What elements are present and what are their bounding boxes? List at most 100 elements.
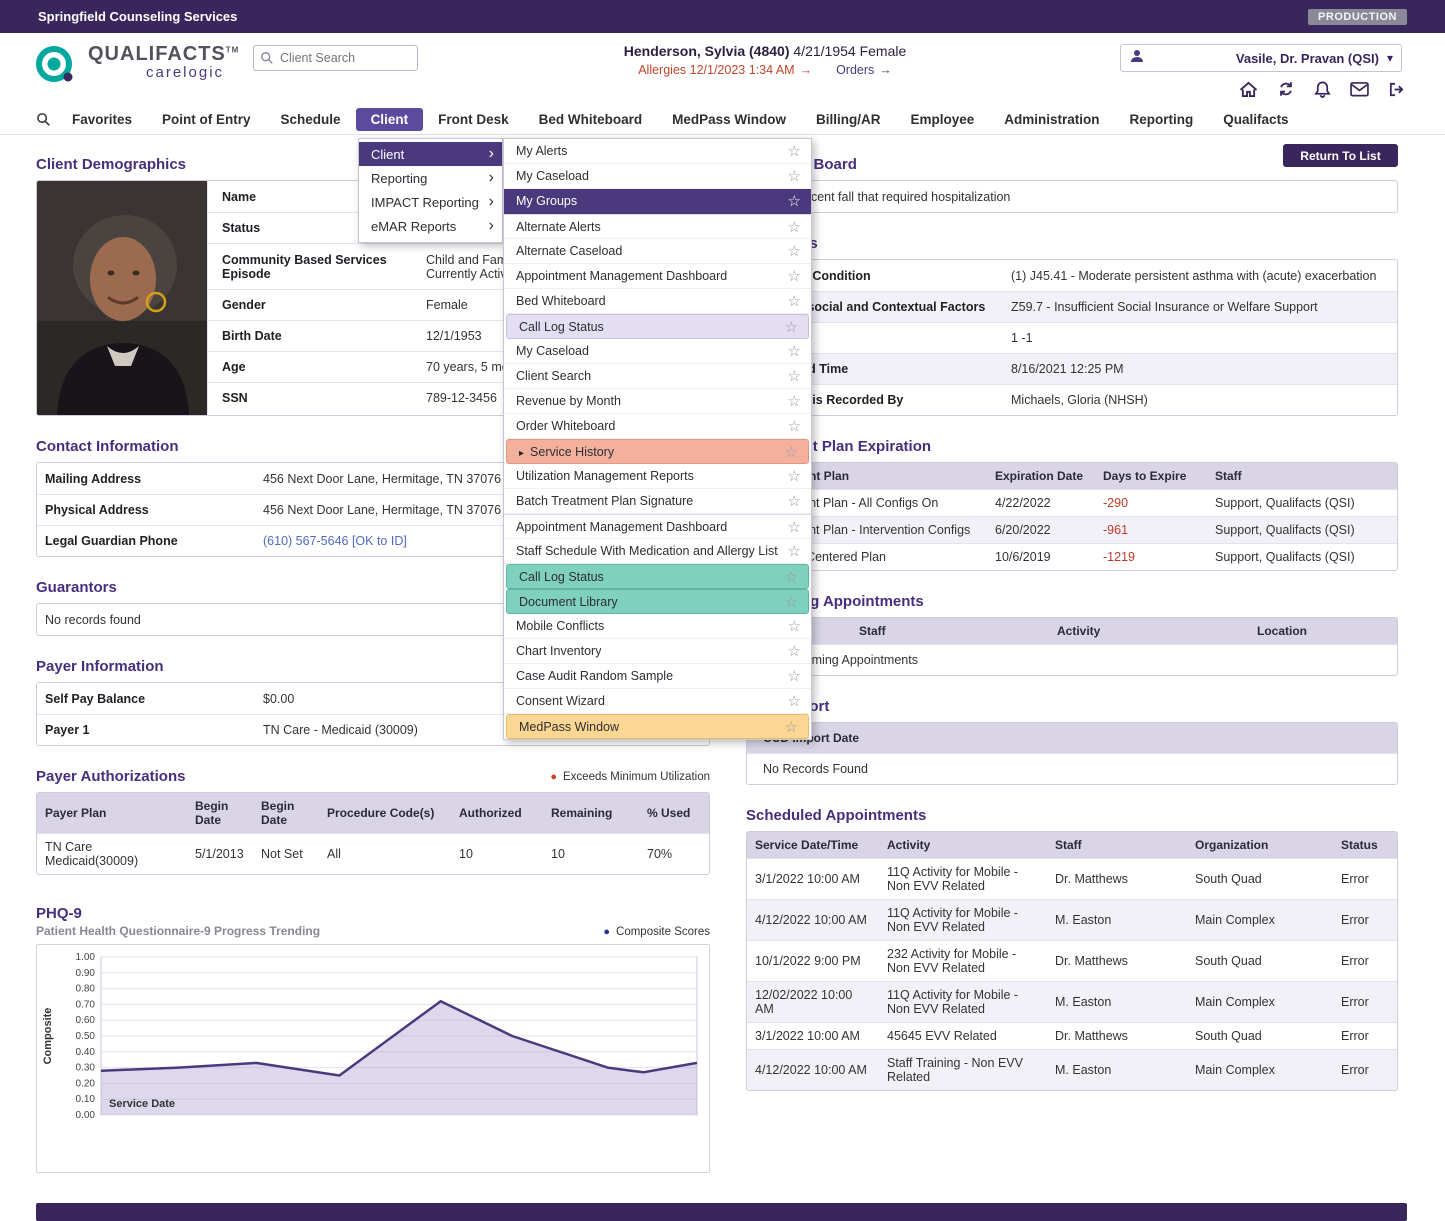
home-icon[interactable] bbox=[1239, 81, 1258, 98]
chevron-right-icon: › bbox=[489, 194, 494, 210]
ccd-import-table: CCD Import Date No Records Found bbox=[746, 722, 1398, 785]
nav-administration[interactable]: Administration bbox=[989, 108, 1114, 131]
person-icon bbox=[1129, 48, 1145, 69]
submenu-item-my-caseload[interactable]: My Caseload☆ bbox=[504, 164, 811, 189]
svg-text:0.50: 0.50 bbox=[76, 1031, 96, 1042]
submenu-item-call-log-status-2[interactable]: Call Log Status☆ bbox=[506, 564, 809, 589]
table-row: 4/12/2022 10:00 AM 11Q Activity for Mobi… bbox=[747, 899, 1397, 940]
phq9-chart: 0.000.100.200.300.400.500.600.700.800.90… bbox=[36, 944, 710, 1173]
section-title-ccd-import: CCD Import bbox=[746, 698, 1398, 715]
legend-dot-icon: ● bbox=[550, 771, 557, 783]
nav-reporting[interactable]: Reporting bbox=[1115, 108, 1209, 131]
nav-favorites[interactable]: Favorites bbox=[57, 108, 147, 131]
nav-front-desk[interactable]: Front Desk bbox=[423, 108, 524, 131]
nav-billing-ar[interactable]: Billing/AR bbox=[801, 108, 896, 131]
favorite-star-icon[interactable]: ☆ bbox=[788, 167, 801, 185]
favorite-star-icon[interactable]: ☆ bbox=[785, 593, 798, 611]
nav-schedule[interactable]: Schedule bbox=[266, 108, 356, 131]
table-header-row: CCD Import Date bbox=[747, 723, 1397, 753]
brand-name: QUALIFACTSTM bbox=[88, 43, 239, 66]
return-to-list-button[interactable]: Return To List bbox=[1283, 144, 1398, 167]
logout-icon[interactable] bbox=[1388, 81, 1405, 98]
submenu-item-my-alerts[interactable]: My Alerts☆ bbox=[504, 139, 811, 164]
menu-item-reporting[interactable]: Reporting › bbox=[359, 166, 502, 190]
submenu-item-my-caseload-2[interactable]: My Caseload☆ bbox=[504, 339, 811, 364]
submenu-item-alternate-alerts[interactable]: Alternate Alerts☆ bbox=[504, 214, 811, 239]
submenu-item-appointment-management-dashboard[interactable]: Appointment Management Dashboard☆ bbox=[504, 264, 811, 289]
expand-triangle-icon[interactable]: ▸ bbox=[519, 448, 524, 459]
table-row: Psychosocial and Contextual Factors Z59.… bbox=[747, 291, 1397, 322]
nav-employee[interactable]: Employee bbox=[896, 108, 990, 131]
submenu-item-medpass-window[interactable]: MedPass Window☆ bbox=[506, 714, 809, 739]
section-title-phq9: PHQ-9 bbox=[36, 905, 710, 922]
nav-point-of-entry[interactable]: Point of Entry bbox=[147, 108, 266, 131]
submenu-item-utilization-management-reports[interactable]: Utilization Management Reports☆ bbox=[504, 464, 811, 489]
refresh-icon[interactable] bbox=[1277, 80, 1295, 98]
submenu-item-order-whiteboard[interactable]: Order Whiteboard☆ bbox=[504, 414, 811, 439]
submenu-item-consent-wizard[interactable]: Consent Wizard☆ bbox=[504, 689, 811, 714]
submenu-item-bed-whiteboard[interactable]: Bed Whiteboard☆ bbox=[504, 289, 811, 314]
menu-item-client[interactable]: Client › bbox=[359, 142, 502, 166]
favorite-star-icon[interactable]: ☆ bbox=[788, 417, 801, 435]
environment-badge: PRODUCTION bbox=[1308, 9, 1407, 25]
favorite-star-icon[interactable]: ☆ bbox=[788, 467, 801, 485]
allergies-link[interactable]: Allergies 12/1/2023 1:34 AM→ bbox=[638, 63, 812, 77]
submenu-item-service-history[interactable]: ▸Service History☆ bbox=[506, 439, 809, 464]
orders-link[interactable]: Orders→ bbox=[836, 63, 892, 77]
favorite-star-icon[interactable]: ☆ bbox=[788, 392, 801, 410]
client-search-input[interactable] bbox=[253, 45, 418, 71]
svg-text:Service Date: Service Date bbox=[109, 1098, 175, 1110]
nav-bed-whiteboard[interactable]: Bed Whiteboard bbox=[524, 108, 658, 131]
favorite-star-icon[interactable]: ☆ bbox=[788, 642, 801, 660]
favorite-star-icon[interactable]: ☆ bbox=[788, 142, 801, 160]
product-name: carelogic bbox=[146, 64, 239, 81]
notifications-bell-icon[interactable] bbox=[1314, 80, 1331, 98]
favorite-star-icon[interactable]: ☆ bbox=[788, 667, 801, 685]
favorite-star-icon[interactable]: ☆ bbox=[788, 692, 801, 710]
submenu-item-client-search[interactable]: Client Search☆ bbox=[504, 364, 811, 389]
submenu-item-staff-schedule-medication-allergy[interactable]: Staff Schedule With Medication and Aller… bbox=[504, 539, 811, 564]
chevron-right-icon: › bbox=[489, 170, 494, 186]
submenu-item-my-groups[interactable]: My Groups☆ bbox=[504, 189, 811, 214]
field-label: Gender bbox=[208, 298, 426, 312]
nav-search-icon[interactable] bbox=[36, 112, 51, 127]
favorite-star-icon[interactable]: ☆ bbox=[785, 318, 798, 336]
submenu-item-alternate-caseload[interactable]: Alternate Caseload☆ bbox=[504, 239, 811, 264]
menu-item-emar-reports[interactable]: eMAR Reports › bbox=[359, 214, 502, 238]
favorite-star-icon[interactable]: ☆ bbox=[788, 292, 801, 310]
field-value: (1) J45.41 - Moderate persistent asthma … bbox=[1011, 269, 1397, 283]
messages-mail-icon[interactable] bbox=[1350, 82, 1369, 97]
favorite-star-icon[interactable]: ☆ bbox=[788, 242, 801, 260]
nav-client[interactable]: Client bbox=[356, 108, 424, 131]
user-menu[interactable]: Vasile, Dr. Pravan (QSI) ▾ bbox=[1120, 44, 1402, 72]
favorite-star-icon[interactable]: ☆ bbox=[788, 342, 801, 360]
submenu-item-chart-inventory[interactable]: Chart Inventory☆ bbox=[504, 639, 811, 664]
submenu-item-document-library[interactable]: Document Library☆ bbox=[506, 589, 809, 614]
favorite-star-icon[interactable]: ☆ bbox=[788, 542, 801, 560]
submenu-item-appointment-management-dashboard-2[interactable]: Appointment Management Dashboard☆ bbox=[504, 514, 811, 539]
favorite-star-icon[interactable]: ☆ bbox=[788, 192, 801, 210]
favorite-star-icon[interactable]: ☆ bbox=[788, 367, 801, 385]
table-header-row: Payer Plan Begin Date Begin Date Procedu… bbox=[37, 793, 709, 833]
submenu-item-revenue-by-month[interactable]: Revenue by Month☆ bbox=[504, 389, 811, 414]
favorite-star-icon[interactable]: ☆ bbox=[788, 267, 801, 285]
nav-medpass-window[interactable]: MedPass Window bbox=[657, 108, 801, 131]
message-text: Had a recent fall that required hospital… bbox=[747, 190, 1397, 204]
favorite-star-icon[interactable]: ☆ bbox=[788, 492, 801, 510]
favorite-star-icon[interactable]: ☆ bbox=[785, 718, 798, 736]
favorite-star-icon[interactable]: ☆ bbox=[785, 443, 798, 461]
favorite-star-icon[interactable]: ☆ bbox=[788, 218, 801, 236]
svg-text:0.40: 0.40 bbox=[76, 1047, 96, 1058]
menu-item-impact-reporting[interactable]: IMPACT Reporting › bbox=[359, 190, 502, 214]
organization-name: Springfield Counseling Services bbox=[38, 9, 237, 24]
submenu-item-batch-treatment-plan-signature[interactable]: Batch Treatment Plan Signature☆ bbox=[504, 489, 811, 514]
favorite-star-icon[interactable]: ☆ bbox=[785, 568, 798, 586]
favorite-star-icon[interactable]: ☆ bbox=[788, 518, 801, 536]
submenu-item-call-log-status[interactable]: Call Log Status☆ bbox=[506, 314, 809, 339]
field-label: Self Pay Balance bbox=[37, 692, 263, 706]
submenu-item-mobile-conflicts[interactable]: Mobile Conflicts☆ bbox=[504, 614, 811, 639]
nav-qualifacts[interactable]: Qualifacts bbox=[1208, 108, 1303, 131]
favorite-star-icon[interactable]: ☆ bbox=[788, 617, 801, 635]
submenu-item-case-audit-random-sample[interactable]: Case Audit Random Sample☆ bbox=[504, 664, 811, 689]
svg-text:0.80: 0.80 bbox=[76, 984, 96, 995]
